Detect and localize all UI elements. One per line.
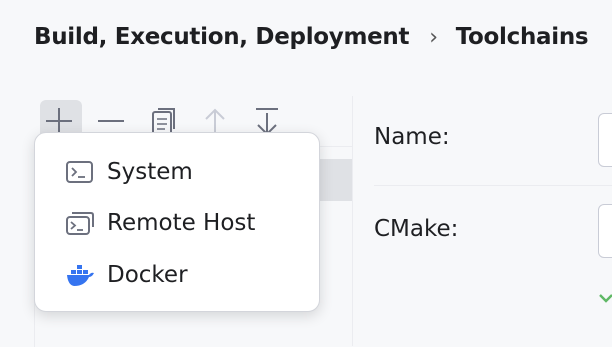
name-field[interactable]: [598, 113, 612, 167]
menu-item-label: Remote Host: [107, 210, 256, 236]
cmake-label: CMake:: [374, 216, 459, 242]
cmake-field[interactable]: [598, 204, 612, 258]
terminal-icon: [66, 161, 93, 183]
menu-item-label: Docker: [107, 262, 188, 288]
name-label: Name:: [374, 124, 450, 150]
panel-divider[interactable]: [352, 96, 353, 346]
remote-terminal-icon: [66, 212, 94, 235]
add-toolchain-menu: System Remote Host Docker: [34, 132, 320, 312]
check-icon: [599, 294, 612, 303]
menu-item-remote-host[interactable]: Remote Host: [35, 200, 319, 246]
breadcrumb: Build, Execution, Deployment › Toolchain…: [34, 20, 589, 54]
breadcrumb-current: Toolchains: [455, 24, 589, 50]
menu-item-label: System: [107, 159, 193, 185]
breadcrumb-parent[interactable]: Build, Execution, Deployment: [34, 24, 410, 50]
breadcrumb-separator: ›: [429, 24, 438, 50]
form-separator: [374, 185, 612, 186]
docker-icon: [67, 265, 94, 286]
menu-item-system[interactable]: System: [35, 149, 319, 195]
menu-item-docker[interactable]: Docker: [35, 252, 319, 298]
